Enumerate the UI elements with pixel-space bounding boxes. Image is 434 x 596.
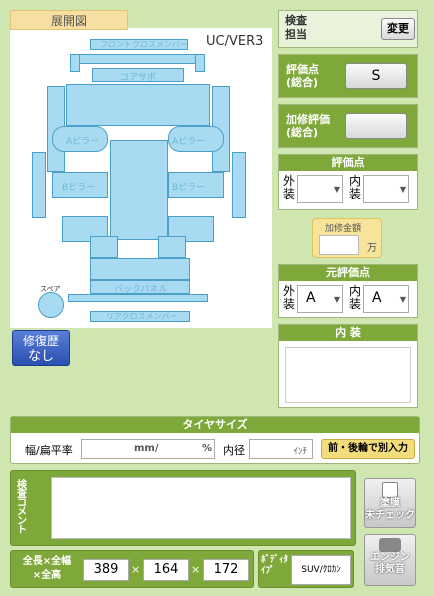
spare-tire[interactable] <box>38 292 64 318</box>
repair-overall-panel: 加修評価 (総合) <box>278 104 418 148</box>
repair-overall-label: 加修評価 (総合) <box>286 113 330 139</box>
fender-front-right[interactable] <box>195 54 205 72</box>
b-pillar-left-label: Bピラー <box>62 183 96 193</box>
overall-score-label: 評価点 (総合) <box>286 63 319 89</box>
tire-width-input[interactable]: mm/ % <box>81 439 215 459</box>
width-input[interactable]: 164 <box>143 559 189 581</box>
body-type-label: ﾎﾞﾃﾞｨﾀｲﾌﾟ <box>261 555 289 576</box>
overall-score-panel: 評価点 (総合) S <box>278 54 418 98</box>
score-exterior-label: 外 装 <box>283 174 296 201</box>
inspector-panel: 検査 担当 変更 <box>278 10 418 48</box>
b-pillar-right-label: Bピラー <box>172 183 206 193</box>
roof[interactable] <box>110 140 168 240</box>
a-pillar-right-label: Aピラー <box>172 137 206 147</box>
height-input[interactable]: 172 <box>203 559 249 581</box>
original-exterior-label: 外 装 <box>283 284 296 311</box>
original-score-panel: 元評価点 外 装 A ▼ 内 装 A ▼ <box>278 264 418 318</box>
dimension-separator: × <box>131 563 141 576</box>
tire-width-label: 幅/扁平率 <box>25 444 73 457</box>
bumper-bar[interactable] <box>75 54 200 64</box>
interior-textarea[interactable] <box>285 347 411 403</box>
spare-label: スペア <box>40 285 61 293</box>
original-exterior-select[interactable]: A ▼ <box>297 285 343 313</box>
repair-amount-unit: 万 <box>367 243 377 254</box>
chevron-down-icon: ▼ <box>333 295 340 304</box>
tire-mm-unit: mm/ <box>134 443 159 454</box>
original-interior-select[interactable]: A ▼ <box>363 285 409 313</box>
score-title: 評価点 <box>279 155 417 171</box>
repair-amount-label: 加修金額 <box>325 224 362 234</box>
engine-sound-button[interactable]: エンジン 排気音 <box>364 534 416 586</box>
tire-inner-input[interactable]: ｲﾝﾁ <box>249 439 313 459</box>
hood[interactable] <box>66 84 210 126</box>
body-type-panel: ﾎﾞﾃﾞｨﾀｲﾌﾟ SUV/ｸﾛｶﾝ <box>258 550 354 588</box>
trunk[interactable] <box>90 258 190 280</box>
repair-history-label: 修復歴 <box>22 334 59 348</box>
chevron-down-icon: ▼ <box>399 185 406 194</box>
score-exterior-select[interactable]: ▼ <box>297 175 343 203</box>
side-panel-right-2[interactable] <box>232 152 246 218</box>
overall-score-select[interactable]: S <box>345 63 407 89</box>
original-exterior-value: A <box>306 290 316 306</box>
repair-history-button[interactable]: 修復歴 なし <box>12 330 70 366</box>
inspector-change-button[interactable]: 変更 <box>381 18 415 40</box>
rear-bumper[interactable] <box>68 294 208 302</box>
interior-title: 内 装 <box>279 325 417 341</box>
length-input[interactable]: 389 <box>83 559 129 581</box>
comment-panel: 検 査 コ メ ン ト <box>10 470 356 546</box>
tire-inch-unit: ｲﾝﾁ <box>293 447 307 457</box>
side-panel-left-2[interactable] <box>32 152 46 218</box>
dimension-separator: × <box>191 563 201 576</box>
repair-amount-box: 加修金額 万 <box>312 218 382 258</box>
original-interior-value: A <box>372 290 382 306</box>
score-interior-label: 内 装 <box>349 174 362 201</box>
front-cross-label: フロントクロスメンバー <box>100 40 188 49</box>
score-interior-select[interactable]: ▼ <box>363 175 409 203</box>
rear-quarter-right[interactable] <box>158 236 186 258</box>
comment-textarea[interactable] <box>51 477 351 539</box>
dimensions-panel: 全長×全幅 ×全高 389 × 164 × 172 <box>10 550 254 588</box>
rear-cross-label: リアクロスメンバー <box>106 312 178 321</box>
car-diagram: フロントクロスメンバー コアサポ Aピラー Aピラー Bピラー Bピラー バック… <box>0 0 280 330</box>
tire-panel: タイヤサイズ 幅/扁平率 mm/ % 内径 ｲﾝﾁ 前・後輪で別入力 <box>10 416 420 464</box>
inspector-label: 検査 担当 <box>285 14 307 41</box>
paint-icon <box>382 482 398 498</box>
repair-amount-input[interactable] <box>319 235 359 255</box>
tire-inner-label: 内径 <box>223 444 245 457</box>
body-type-value[interactable]: SUV/ｸﾛｶﾝ <box>291 555 351 585</box>
chevron-down-icon: ▼ <box>399 295 406 304</box>
interior-panel: 内 装 <box>278 324 418 408</box>
original-interior-label: 内 装 <box>349 284 362 311</box>
comment-label: 検 査 コ メ ン ト <box>17 480 27 536</box>
paint-check-label: 塗膜 未チェック <box>365 498 415 521</box>
repair-overall-select[interactable] <box>345 113 407 139</box>
dimensions-label: 全長×全幅 ×全高 <box>22 556 72 581</box>
repair-history-value: なし <box>27 349 54 364</box>
tire-title: タイヤサイズ <box>11 417 419 433</box>
paint-check-button[interactable]: 塗膜 未チェック <box>364 478 416 528</box>
engine-sound-label: エンジン 排気音 <box>370 552 410 575</box>
tire-pct-unit: % <box>202 443 213 454</box>
engine-icon <box>379 538 401 552</box>
chevron-down-icon: ▼ <box>333 185 340 194</box>
fender-front-left[interactable] <box>70 54 80 72</box>
score-panel: 評価点 外 装 ▼ 内 装 ▼ <box>278 154 418 210</box>
original-score-title: 元評価点 <box>279 265 417 281</box>
core-support-label: コアサポ <box>120 73 157 83</box>
rear-quarter-left[interactable] <box>90 236 118 258</box>
a-pillar-left-label: Aピラー <box>66 137 100 147</box>
tire-split-button[interactable]: 前・後輪で別入力 <box>321 439 415 459</box>
